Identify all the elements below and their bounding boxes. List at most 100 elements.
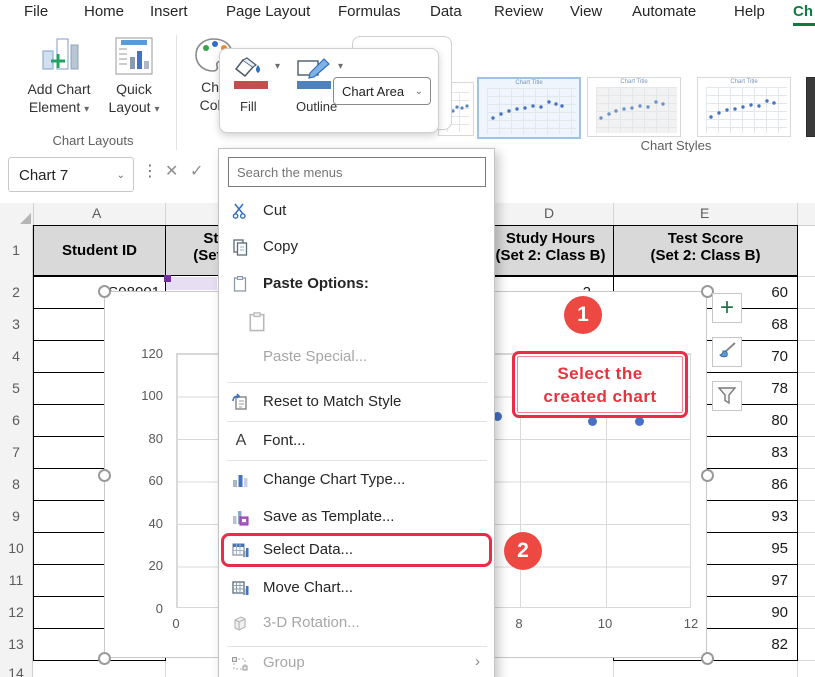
menu-item-copy[interactable]: Copy <box>219 233 494 263</box>
row-header-3[interactable]: 3 <box>0 308 33 340</box>
menu-item-reset-to-match-style[interactable]: Reset to Match Style <box>219 388 494 418</box>
row-header-10[interactable]: 10 <box>0 532 33 564</box>
menu-item-label: Font... <box>263 432 306 449</box>
header-cell-test-score[interactable]: Test Score (Set 2: Class B) <box>613 225 798 276</box>
menu-item-group: Group › <box>219 649 494 677</box>
chevron-down-icon: ▾ <box>154 104 159 115</box>
row-header-1[interactable]: 1 <box>0 225 33 276</box>
menu-item-paste-options: Paste Options: <box>219 270 494 300</box>
name-box[interactable]: Chart 7 ⌄ <box>8 157 134 192</box>
quick-layout-button[interactable]: Quick Layout ▾ <box>102 35 166 119</box>
scissors-icon <box>231 202 251 222</box>
menu-item-label: 3-D Rotation... <box>263 614 360 631</box>
chart-element-selector[interactable]: Chart Area ⌄ <box>333 77 431 105</box>
chevron-down-icon: ▾ <box>84 104 89 115</box>
menu-item-font[interactable]: A Font... <box>219 427 494 457</box>
chart-handle-bottom-right[interactable] <box>701 652 714 665</box>
chart-handle-top-left[interactable] <box>98 285 111 298</box>
chevron-down-icon: ⌄ <box>117 158 125 193</box>
menu-item-paste-special: Paste Special... <box>219 343 494 373</box>
header-d-line2: (Set 2: Class B) <box>488 247 613 264</box>
row-header-13[interactable]: 13 <box>0 628 33 660</box>
source-range-handle[interactable] <box>164 275 171 282</box>
select-all-corner[interactable] <box>0 203 34 225</box>
chart-style-thumb-dark-partial[interactable] <box>806 77 815 137</box>
column-header-d[interactable]: D <box>544 205 554 221</box>
y-tick-0: 0 <box>123 601 163 616</box>
tab-chart-design[interactable]: Ch <box>793 3 813 24</box>
tab-help[interactable]: Help <box>734 3 765 24</box>
header-cell-study-hours-set2[interactable]: Study Hours (Set 2: Class B) <box>487 225 614 276</box>
reset-style-icon <box>231 393 251 413</box>
header-cell-student-id[interactable]: Student ID <box>33 225 166 276</box>
chart-style-thumb-2[interactable]: Chart Title <box>587 77 681 137</box>
group-divider <box>176 35 177 150</box>
paste-clipboard-icon <box>246 311 266 331</box>
tab-file[interactable]: File <box>24 3 48 24</box>
select-all-triangle-icon <box>20 213 31 224</box>
menu-item-cut[interactable]: Cut <box>219 197 494 227</box>
menu-item-label: Reset to Match Style <box>263 393 401 410</box>
menu-item-move-chart[interactable]: Move Chart... <box>219 574 494 604</box>
menu-search-input[interactable] <box>228 157 486 187</box>
menu-item-label: Copy <box>263 238 298 255</box>
callout-line-1: Select the <box>515 362 685 385</box>
enter-icon[interactable]: ✓ <box>190 161 203 181</box>
tab-view[interactable]: View <box>570 3 602 24</box>
row-header-4[interactable]: 4 <box>0 340 33 372</box>
column-header-e[interactable]: E <box>700 205 709 221</box>
chart-handle-bottom-left[interactable] <box>98 652 111 665</box>
name-box-options-icon[interactable]: ⋮ <box>142 161 158 181</box>
plus-icon: + <box>720 294 734 321</box>
callout-line-2: created chart <box>515 385 685 408</box>
column-header-a[interactable]: A <box>92 205 101 221</box>
cancel-icon[interactable]: ✕ <box>165 161 178 181</box>
fill-button[interactable]: ▾ <box>233 57 267 84</box>
name-box-value: Chart 7 <box>19 167 68 184</box>
row-header-8[interactable]: 8 <box>0 468 33 500</box>
x-tick-8: 8 <box>504 616 534 631</box>
row-header-2[interactable]: 2 <box>0 276 33 308</box>
menu-item-label: Paste Special... <box>263 348 367 365</box>
tab-review[interactable]: Review <box>494 3 543 24</box>
active-tab-underline <box>793 23 815 26</box>
tab-home[interactable]: Home <box>84 3 124 24</box>
tab-insert[interactable]: Insert <box>150 3 188 24</box>
x-tick-12: 12 <box>676 616 706 631</box>
tab-automate[interactable]: Automate <box>632 3 696 24</box>
chart-filters-button[interactable] <box>712 381 742 411</box>
outline-button[interactable]: ▾ <box>296 57 330 84</box>
chevron-down-icon: ⌄ <box>415 78 423 106</box>
menu-item-save-as-template[interactable]: Save as Template... <box>219 503 494 533</box>
chart-style-thumb-1[interactable]: Chart Title <box>477 77 581 139</box>
fill-label: Fill <box>240 99 257 114</box>
menu-item-change-chart-type[interactable]: Change Chart Type... <box>219 466 494 496</box>
cube-icon <box>231 614 251 634</box>
row-header-9[interactable]: 9 <box>0 500 33 532</box>
header-e-line2: (Set 2: Class B) <box>614 247 797 264</box>
chart-handle-mid-right[interactable] <box>701 469 714 482</box>
row-header-12[interactable]: 12 <box>0 596 33 628</box>
menu-item-3d-rotation: 3-D Rotation... <box>219 609 494 639</box>
chart-element-selector-value: Chart Area <box>342 84 404 99</box>
chart-handle-mid-left[interactable] <box>98 469 111 482</box>
row-header-5[interactable]: 5 <box>0 372 33 404</box>
row-header-11[interactable]: 11 <box>0 564 33 596</box>
step-2-badge: 2 <box>504 532 542 570</box>
paste-option-button[interactable] <box>219 306 494 336</box>
chart-styles-button[interactable] <box>712 337 742 367</box>
tab-page-layout[interactable]: Page Layout <box>226 3 310 24</box>
tab-data[interactable]: Data <box>430 3 462 24</box>
chart-elements-button[interactable]: + <box>712 293 742 323</box>
group-icon <box>231 654 251 674</box>
row-header-6[interactable]: 6 <box>0 404 33 436</box>
tab-formulas[interactable]: Formulas <box>338 3 401 24</box>
outline-label: Outline <box>296 99 337 114</box>
row-header-14[interactable]: 14 <box>0 660 33 677</box>
chart-style-thumb-3[interactable]: Chart Title <box>697 77 791 137</box>
row-header-7[interactable]: 7 <box>0 436 33 468</box>
thumb-caption: Chart Title <box>479 79 579 87</box>
chart-layouts-group-label: Chart Layouts <box>18 133 168 148</box>
add-chart-element-button[interactable]: Add Chart Element ▾ <box>18 35 100 119</box>
add-chart-element-icon <box>37 64 81 80</box>
